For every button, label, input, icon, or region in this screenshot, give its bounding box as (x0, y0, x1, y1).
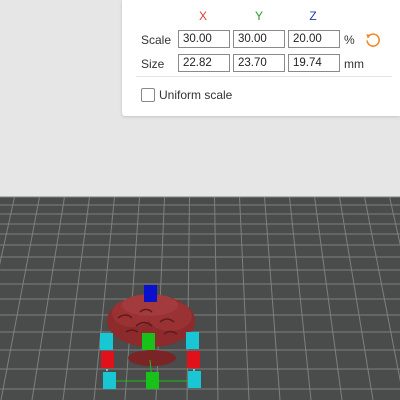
uniform-scale-label[interactable]: Uniform scale (159, 88, 232, 102)
x-scale-handle-left[interactable] (101, 351, 114, 368)
x-axis-header: X (198, 9, 207, 23)
size-label: Size (141, 57, 165, 71)
corner-handle-bottom-left[interactable] (103, 372, 116, 389)
z-scale-handle[interactable] (144, 285, 157, 302)
corner-handle-bottom-right[interactable] (188, 371, 201, 388)
z-axis-header: Z (309, 9, 317, 23)
scale-tool-panel: X Y Z Scale % Size mm Uniform scale (122, 0, 400, 116)
scale-label: Scale (141, 33, 172, 47)
y-axis-header: Y (254, 9, 263, 23)
scale-x-field[interactable] (178, 30, 230, 48)
scale-unit: % (344, 33, 355, 47)
scale-y-field[interactable] (233, 30, 285, 48)
scale-z-field[interactable] (288, 30, 340, 48)
y-scale-handle-top[interactable] (142, 333, 155, 350)
size-y-field[interactable] (233, 54, 285, 72)
uniform-scale-checkbox[interactable] (141, 88, 155, 102)
size-x-field[interactable] (178, 54, 230, 72)
size-z-field[interactable] (288, 54, 340, 72)
y-scale-handle-bottom[interactable] (146, 372, 159, 389)
undo-arrow-icon[interactable] (364, 31, 382, 49)
corner-handle-top-left[interactable] (100, 333, 113, 350)
corner-handle-top-right[interactable] (186, 332, 199, 349)
x-scale-handle-right[interactable] (187, 351, 200, 368)
panel-divider (136, 76, 392, 77)
size-unit: mm (344, 57, 364, 71)
